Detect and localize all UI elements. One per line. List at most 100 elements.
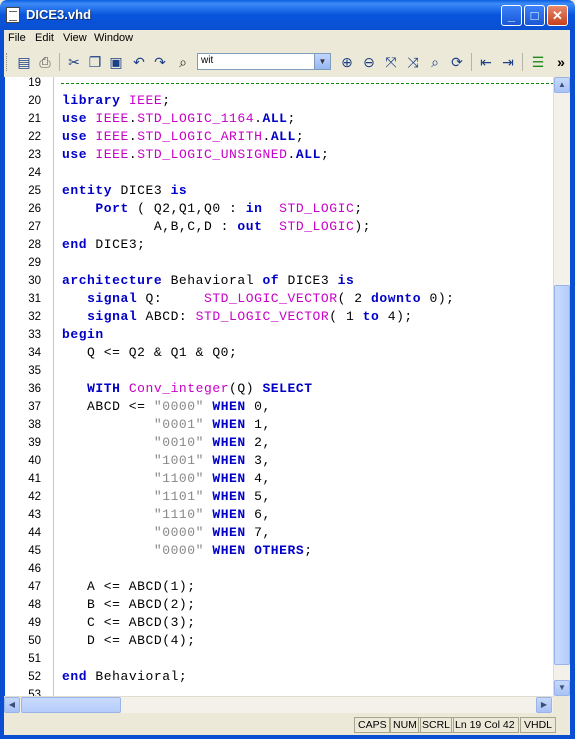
scroll-up-icon[interactable]: ▲ <box>554 77 570 93</box>
window-title: DICE3.vhd <box>26 7 92 22</box>
code-line[interactable]: 30 architecture Behavioral of DICE3 is <box>5 273 554 291</box>
code-line[interactable]: 39 "0010" WHEN 2, <box>5 435 554 453</box>
line-number: 44 <box>28 527 41 539</box>
code-line[interactable]: 43 "1110" WHEN 6, <box>5 507 554 525</box>
menu-window[interactable]: Window <box>94 32 133 44</box>
redo-icon[interactable]: ↷ <box>151 53 169 71</box>
line-number: 41 <box>28 473 41 485</box>
code-line[interactable]: 36 WITH Conv_integer(Q) SELECT <box>5 381 554 399</box>
line-number: 23 <box>28 149 41 161</box>
code-line[interactable]: 22 use IEEE.STD_LOGIC_ARITH.ALL; <box>5 129 554 147</box>
code-line[interactable]: 53 <box>5 687 554 696</box>
scroll-left-icon[interactable]: ◀ <box>4 697 20 713</box>
code-text: "1101" WHEN 5, <box>62 489 271 504</box>
more-icon[interactable]: » <box>552 53 570 71</box>
minimize-button[interactable]: _ <box>501 5 522 26</box>
horizontal-scrollbar[interactable]: ◀ ▶ <box>4 696 553 713</box>
indent-icon[interactable]: ⇥ <box>499 53 517 71</box>
code-line[interactable]: 38 "0001" WHEN 1, <box>5 417 554 435</box>
code-token: . <box>128 111 138 126</box>
toolbar-grip[interactable] <box>6 53 10 71</box>
keyword-token: in <box>245 201 263 216</box>
code-line[interactable]: 51 <box>5 651 554 669</box>
code-line[interactable]: 27 A,B,C,D : out STD_LOGIC); <box>5 219 554 237</box>
keyword-token: is <box>337 273 355 288</box>
menu-edit[interactable]: Edit <box>35 32 54 44</box>
code-line[interactable]: 24 <box>5 165 554 183</box>
code-line[interactable]: 28 end DICE3; <box>5 237 554 255</box>
code-line[interactable]: 48 B <= ABCD(2); <box>5 597 554 615</box>
close-button[interactable]: ✕ <box>547 5 568 26</box>
code-line[interactable]: 33 begin <box>5 327 554 345</box>
keyword-token: out <box>237 219 263 234</box>
code-line[interactable]: 20 library IEEE; <box>5 93 554 111</box>
type-token: STD_LOGIC_VECTOR <box>203 291 338 306</box>
undo-icon[interactable]: ↶ <box>130 53 148 71</box>
line-number: 40 <box>28 455 41 467</box>
refresh-icon[interactable]: ⟳ <box>448 53 466 71</box>
keyword-token: OTHERS <box>254 543 305 558</box>
code-line[interactable]: 46 <box>5 561 554 579</box>
code-line[interactable]: 49 C <= ABCD(3); <box>5 615 554 633</box>
code-line[interactable]: 32 signal ABCD: STD_LOGIC_VECTOR( 1 to 4… <box>5 309 554 327</box>
vertical-scroll-thumb[interactable] <box>554 285 570 665</box>
code-line[interactable]: 40 "1001" WHEN 3, <box>5 453 554 471</box>
cut-icon[interactable]: ✂ <box>65 53 83 71</box>
print-icon[interactable]: ⎙ <box>36 53 54 71</box>
code-editor[interactable]: 19 20 library IEEE; 21 use IEEE.STD_LOGIC_11… <box>4 77 554 696</box>
code-line[interactable]: 47 A <= ABCD(1); <box>5 579 554 597</box>
code-line[interactable]: 19 <box>5 77 554 93</box>
keyword-token: WHEN <box>212 453 246 468</box>
copy-icon[interactable]: ❐ <box>86 53 104 71</box>
code-line[interactable]: 31 signal Q: STD_LOGIC_VECTOR( 2 downto … <box>5 291 554 309</box>
code-line[interactable]: 41 "1100" WHEN 4, <box>5 471 554 489</box>
search-combo[interactable]: wit ▼ <box>197 53 331 70</box>
code-line[interactable]: 26 Port ( Q2,Q1,Q0 : in STD_LOGIC; <box>5 201 554 219</box>
zoom-reset-icon[interactable]: ⤨ <box>404 53 422 71</box>
zoom-out-icon[interactable]: ⊖ <box>360 53 378 71</box>
menu-view[interactable]: View <box>63 32 87 44</box>
fit-icon[interactable]: ⤧ <box>382 53 400 71</box>
scroll-right-icon[interactable]: ▶ <box>536 697 552 713</box>
menu-file[interactable]: File <box>8 32 26 44</box>
scroll-down-icon[interactable]: ▼ <box>554 680 570 696</box>
find-icon[interactable]: ⌕ <box>174 53 192 71</box>
line-number: 52 <box>28 671 41 683</box>
code-line[interactable]: 29 <box>5 255 554 273</box>
status-num: NUM <box>389 717 421 733</box>
code-text: "0001" WHEN 1, <box>62 417 271 432</box>
save-icon[interactable]: ▤ <box>15 53 33 71</box>
code-line[interactable]: 52 end Behavioral; <box>5 669 554 687</box>
code-token: ( Q2,Q1,Q0 : <box>128 201 246 216</box>
code-line[interactable]: 23 use IEEE.STD_LOGIC_UNSIGNED.ALL; <box>5 147 554 165</box>
code-token: 6, <box>245 507 271 522</box>
horizontal-scroll-thumb[interactable] <box>21 697 121 713</box>
outdent-icon[interactable]: ⇤ <box>477 53 495 71</box>
code-line[interactable]: 42 "1101" WHEN 5, <box>5 489 554 507</box>
code-line[interactable]: 25 entity DICE3 is <box>5 183 554 201</box>
chevron-down-icon[interactable]: ▼ <box>314 54 330 69</box>
code-line[interactable]: 44 "0000" WHEN 7, <box>5 525 554 543</box>
keyword-token: WITH <box>87 381 121 396</box>
code-line[interactable]: 45 "0000" WHEN OTHERS; <box>5 543 554 561</box>
type-token: IEEE <box>128 93 163 108</box>
paste-icon[interactable]: ▣ <box>107 53 125 71</box>
code-line[interactable]: 37 ABCD <= "0000" WHEN 0, <box>5 399 554 417</box>
line-number: 28 <box>28 239 41 251</box>
code-line[interactable]: 21 use IEEE.STD_LOGIC_1164.ALL; <box>5 111 554 129</box>
maximize-button[interactable]: □ <box>524 5 545 26</box>
vertical-scrollbar[interactable]: ▲ ▼ <box>553 77 570 696</box>
type-token: STD_LOGIC_UNSIGNED <box>137 147 288 162</box>
string-token: "1100" <box>153 471 204 486</box>
type-token: STD_LOGIC_1164 <box>137 111 255 126</box>
code-line[interactable]: 34 Q <= Q2 & Q1 & Q0; <box>5 345 554 363</box>
comment-icon[interactable]: ☰ <box>529 53 547 71</box>
zoom-in-icon[interactable]: ⊕ <box>338 53 356 71</box>
zoom-custom-icon[interactable]: ⌕ <box>426 53 444 71</box>
code-line[interactable]: 50 D <= ABCD(4); <box>5 633 554 651</box>
code-line[interactable]: 35 <box>5 363 554 381</box>
